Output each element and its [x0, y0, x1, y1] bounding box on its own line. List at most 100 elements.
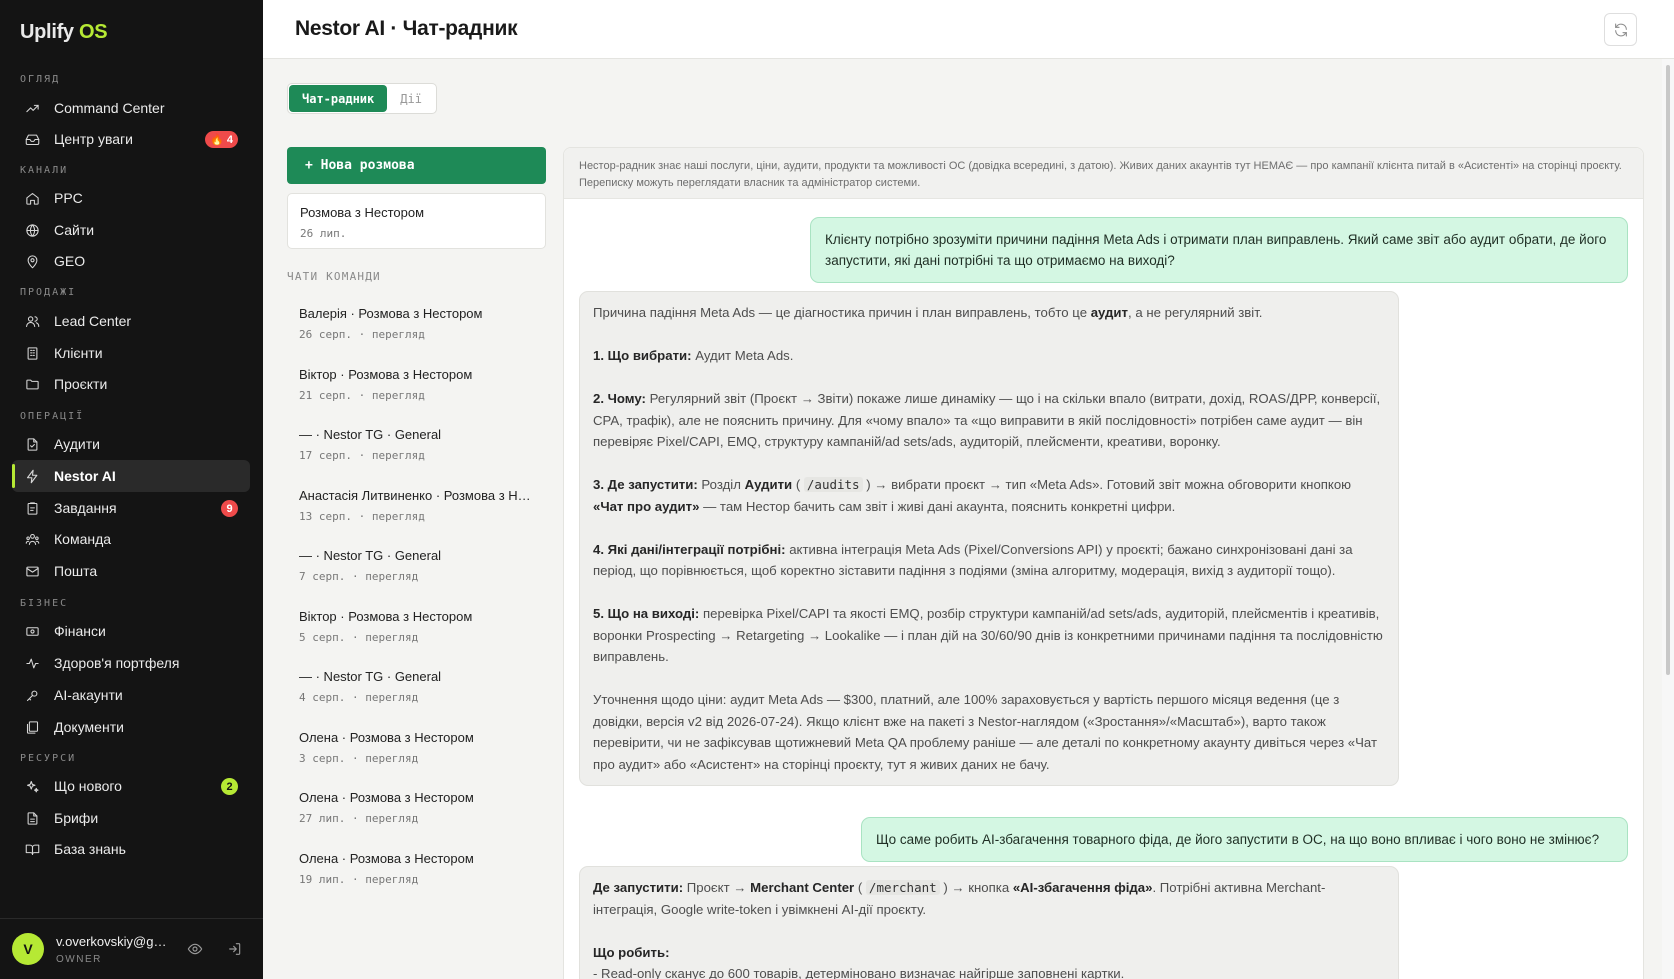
sidebar-item-finance[interactable]: Фінанси — [12, 615, 250, 647]
section-operations: ОПЕРАЦІЇ — [20, 411, 85, 422]
user-message: Що саме робить AI-збагачення товарного ф… — [861, 817, 1628, 862]
team-chat-item[interactable]: Олена · Розмова з Нестором 27 лип. · пере… — [287, 782, 546, 834]
team-chat-title: Олена · Розмова з Нестором — [299, 790, 474, 805]
sidebar-item-label: Центр уваги — [54, 131, 133, 147]
sidebar-item-label: База знань — [54, 841, 126, 857]
conversation-title: Розмова з Нестором — [300, 205, 425, 220]
sidebar-item-label: Проєкти — [54, 376, 108, 392]
page-header: Nestor AI · Чат-радник — [263, 0, 1674, 59]
team-chat-item[interactable]: Анастасія Литвиненко · Розмова з Несторо… — [287, 480, 546, 532]
lightning-icon — [26, 469, 38, 483]
user-message: Клієнту потрібно зрозуміти причини падін… — [810, 217, 1628, 283]
key-icon — [26, 690, 38, 701]
sidebar-item-label: Аудити — [54, 436, 100, 452]
tab-chat-advisor[interactable]: Чат-радник — [289, 85, 388, 112]
sidebar-item-label: Пошта — [54, 563, 98, 579]
sidebar-item-knowledge-base[interactable]: База знань — [12, 833, 250, 865]
logo-accent: OS — [79, 21, 108, 43]
team-chat-item[interactable]: Олена · Розмова з Нестором 19 лип. · пере… — [287, 843, 546, 895]
sidebar-item-documents[interactable]: Документи — [12, 711, 250, 743]
mode-tabs: Чат-радник Дії — [287, 83, 437, 114]
sidebar-item-label: Команда — [54, 531, 112, 547]
team-chat-item[interactable]: — · Nestor TG · General 4 серп. · перегля… — [287, 661, 546, 713]
team-chat-meta: 27 лип. · перегляд — [299, 812, 419, 825]
sidebar-item-geo[interactable]: GEO — [12, 245, 250, 277]
sidebar-item-attention[interactable]: Центр уваги 🔥 4 — [12, 123, 250, 155]
team-chat-item[interactable]: Олена · Розмова з Нестором 3 серп. · пере… — [287, 722, 546, 774]
mail-icon — [26, 566, 39, 576]
team-chat-item[interactable]: — · Nestor TG · General 17 серп. · перегл… — [287, 419, 546, 471]
sidebar-item-label: Фінанси — [54, 623, 106, 639]
sidebar-item-audits[interactable]: Аудити — [12, 428, 250, 460]
refresh-button[interactable] — [1604, 13, 1637, 46]
sidebar-item-lead-center[interactable]: Lead Center — [12, 305, 250, 337]
logout-icon[interactable] — [227, 941, 243, 957]
inline-code: /audits — [803, 477, 863, 492]
team-chat-title: Олена · Розмова з Нестором — [299, 851, 474, 866]
team-chat-item[interactable]: Валерія · Розмова з Нестором 26 серп. · п… — [287, 298, 546, 350]
building-icon — [27, 346, 38, 360]
sparkles-icon — [26, 780, 39, 792]
page-scrollbar[interactable] — [1662, 59, 1674, 979]
sidebar-item-mail[interactable]: Пошта — [12, 555, 250, 587]
avatar[interactable]: V — [12, 933, 44, 965]
banknote-icon — [26, 626, 39, 636]
own-conversation-item[interactable]: Розмова з Нестором 26 лип. — [287, 193, 546, 249]
activity-icon — [26, 658, 39, 668]
book-open-icon — [25, 844, 40, 855]
sidebar-item-projects[interactable]: Проєкти — [12, 368, 250, 400]
team-chat-item[interactable]: Віктор · Розмова з Нестором 21 серп. · пе… — [287, 359, 546, 411]
team-chat-title: Валерія · Розмова з Нестором — [299, 306, 483, 321]
sidebar-item-nestor-ai[interactable]: Nestor AI — [12, 460, 250, 492]
sidebar-item-portfolio-health[interactable]: Здоров'я портфеля — [12, 647, 250, 679]
team-chat-item[interactable]: Віктор · Розмова з Нестором 5 серп. · пер… — [287, 601, 546, 653]
globe-icon — [26, 223, 39, 237]
sidebar-item-whats-new[interactable]: Що нового 2 — [12, 770, 250, 802]
sidebar: Uplify OS ОГЛЯД Command Center Центр ува… — [0, 0, 263, 979]
sidebar-item-briefs[interactable]: Брифи — [12, 802, 250, 834]
team-chat-meta: 7 серп. · перегляд — [299, 570, 419, 583]
team-chat-meta: 26 серп. · перегляд — [299, 328, 425, 341]
users-icon — [26, 315, 40, 327]
team-chat-title: — · Nestor TG · General — [299, 548, 442, 563]
page-title: Nestor AI · Чат-радник — [295, 17, 518, 40]
sidebar-item-label: AI-акаунти — [54, 687, 123, 703]
trending-up-icon — [26, 104, 39, 112]
sidebar-item-team[interactable]: Команда — [12, 523, 250, 555]
scrollbar-thumb[interactable] — [1666, 65, 1670, 675]
whats-new-count-badge: 2 — [221, 778, 238, 795]
sidebar-item-clients[interactable]: Клієнти — [12, 337, 250, 369]
sidebar-item-command-center[interactable]: Command Center — [12, 92, 250, 124]
tab-actions[interactable]: Дії — [387, 85, 435, 112]
user-panel: V v.overkovskiy@gmail.com OWNER — [0, 918, 263, 979]
sidebar-item-sites[interactable]: Сайти — [12, 214, 250, 246]
sidebar-item-label: Lead Center — [54, 313, 132, 329]
team-chat-meta: 5 серп. · перегляд — [299, 631, 419, 644]
sidebar-item-label: Брифи — [54, 810, 99, 826]
team-chat-title: Олена · Розмова з Нестором — [299, 730, 474, 745]
conversation-date: 26 лип. — [300, 227, 347, 240]
team-chats-label: ЧАТИ КОМАНДИ — [287, 270, 381, 283]
team-chat-title: Віктор · Розмова з Нестором — [299, 367, 473, 382]
assistant-message: Причина падіння Meta Ads — це діагностик… — [579, 291, 1399, 786]
section-channels: КАНАЛИ — [20, 165, 69, 176]
clipboard-icon — [27, 501, 38, 515]
advisor-notice: Нестор-радник знає наші послуги, ціни, а… — [564, 148, 1643, 199]
sidebar-item-label: Завдання — [54, 500, 117, 516]
app-logo[interactable]: Uplify OS — [20, 21, 108, 44]
sidebar-item-ppc[interactable]: PPC — [12, 182, 250, 214]
sidebar-item-tasks[interactable]: Завдання 9 — [12, 492, 250, 524]
eye-icon[interactable] — [187, 941, 203, 957]
section-business: БІЗНЕС — [20, 598, 69, 609]
new-conversation-button[interactable]: + Нова розмова — [287, 147, 546, 184]
inbox-icon — [25, 134, 40, 145]
sidebar-item-ai-accounts[interactable]: AI-акаунти — [12, 679, 250, 711]
sidebar-item-label: Здоров'я портфеля — [54, 655, 180, 671]
team-icon — [25, 533, 40, 545]
sidebar-item-label: Клієнти — [54, 345, 103, 361]
inline-code: /merchant — [865, 880, 940, 895]
team-chat-item[interactable]: — · Nestor TG · General 7 серп. · перегля… — [287, 540, 546, 592]
file-text-icon — [27, 811, 38, 825]
sidebar-item-label: Сайти — [54, 222, 95, 238]
section-resources: РЕСУРСИ — [20, 753, 77, 764]
